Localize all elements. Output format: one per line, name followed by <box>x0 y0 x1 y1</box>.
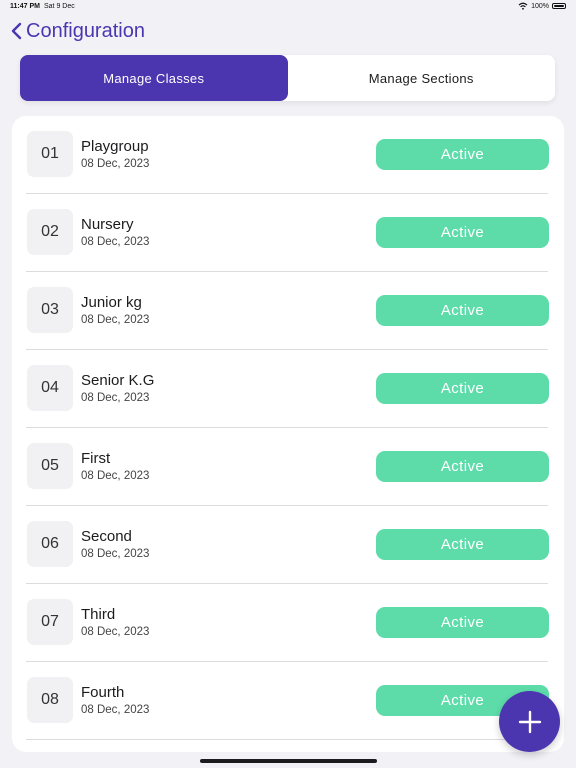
list-item[interactable]: 02 Nursery 08 Dec, 2023 Active <box>26 194 549 272</box>
status-right: 100% <box>518 2 566 10</box>
battery-percent: 100% <box>531 2 549 10</box>
class-list: 01 Playgroup 08 Dec, 2023 Active 02 Nurs… <box>12 116 564 752</box>
status-badge[interactable]: Active <box>376 529 549 560</box>
class-name: Second <box>81 528 132 545</box>
class-number: 05 <box>27 443 73 489</box>
status-badge[interactable]: Active <box>376 607 549 638</box>
list-item[interactable]: 07 Third 08 Dec, 2023 Active <box>26 584 549 662</box>
class-number: 02 <box>27 209 73 255</box>
wifi-icon <box>518 2 528 10</box>
status-badge[interactable]: Active <box>376 139 549 170</box>
status-date: Sat 9 Dec <box>44 3 75 10</box>
page-title: Configuration <box>26 19 145 42</box>
class-number: 07 <box>27 599 73 645</box>
tab-manage-classes[interactable]: Manage Classes <box>20 55 288 101</box>
list-item[interactable]: 06 Second 08 Dec, 2023 Active <box>26 506 549 584</box>
status-bar: 11:47 PM Sat 9 Dec 100% <box>0 0 576 14</box>
class-date: 08 Dec, 2023 <box>81 158 150 170</box>
home-indicator <box>200 759 377 763</box>
class-name: Third <box>81 606 116 623</box>
class-name: Playgroup <box>81 138 149 155</box>
class-name: Nursery <box>81 216 134 233</box>
plus-icon <box>518 710 541 733</box>
class-number: 06 <box>27 521 73 567</box>
status-time: 11:47 PM <box>10 3 40 10</box>
class-date: 08 Dec, 2023 <box>81 392 150 404</box>
class-date: 08 Dec, 2023 <box>81 626 150 638</box>
list-item[interactable]: 01 Playgroup 08 Dec, 2023 Active <box>26 116 549 194</box>
class-number: 08 <box>27 677 73 723</box>
class-number: 01 <box>27 131 73 177</box>
class-date: 08 Dec, 2023 <box>81 548 150 560</box>
list-item[interactable]: 03 Junior kg 08 Dec, 2023 Active <box>26 272 549 350</box>
class-name: Senior K.G <box>81 372 155 389</box>
segmented-control: Manage Classes Manage Sections <box>20 55 555 101</box>
back-button[interactable]: Configuration <box>10 18 145 44</box>
tab-manage-sections[interactable]: Manage Sections <box>288 55 556 101</box>
list-item[interactable]: 05 First 08 Dec, 2023 Active <box>26 428 549 506</box>
class-date: 08 Dec, 2023 <box>81 704 150 716</box>
class-name: Junior kg <box>81 294 142 311</box>
class-name: Fourth <box>81 684 125 701</box>
class-number: 04 <box>27 365 73 411</box>
status-badge[interactable]: Active <box>376 217 549 248</box>
class-date: 08 Dec, 2023 <box>81 470 150 482</box>
status-badge[interactable]: Active <box>376 295 549 326</box>
list-item[interactable]: 08 Fourth 08 Dec, 2023 Active <box>26 662 549 740</box>
chevron-left-icon <box>11 22 22 40</box>
list-item[interactable]: 04 Senior K.G 08 Dec, 2023 Active <box>26 350 549 428</box>
class-date: 08 Dec, 2023 <box>81 314 150 326</box>
status-badge[interactable]: Active <box>376 451 549 482</box>
class-number: 03 <box>27 287 73 333</box>
add-class-button[interactable] <box>499 691 560 752</box>
class-name: First <box>81 450 111 467</box>
status-badge[interactable]: Active <box>376 373 549 404</box>
class-date: 08 Dec, 2023 <box>81 236 150 248</box>
battery-icon <box>552 3 566 9</box>
